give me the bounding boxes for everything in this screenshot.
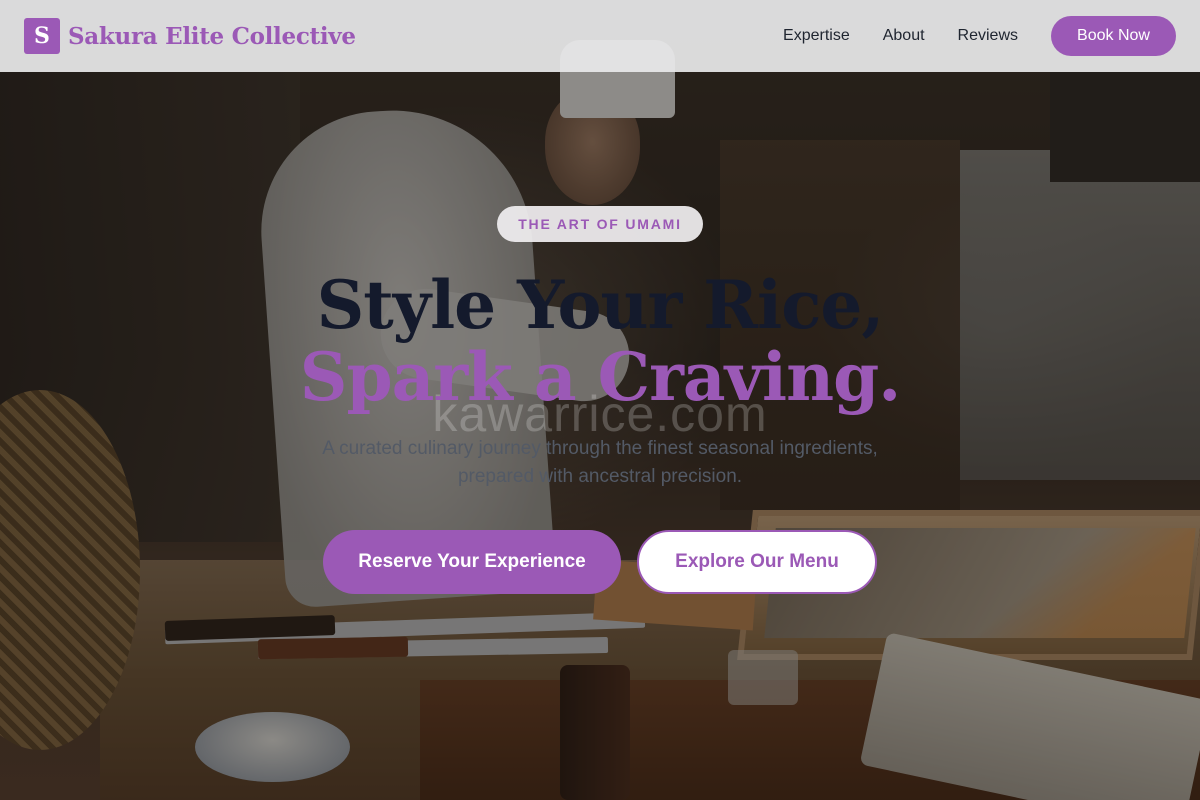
nav-link-about[interactable]: About: [883, 27, 925, 45]
hero-subtitle-line1: A curated culinary journey through the f…: [322, 438, 878, 459]
hero-subtitle: A curated culinary journey through the f…: [260, 435, 940, 491]
reserve-experience-button[interactable]: Reserve Your Experience: [323, 530, 621, 594]
book-now-button[interactable]: Book Now: [1051, 16, 1176, 56]
hero-subtitle-line2: prepared with ancestral precision.: [457, 466, 743, 487]
hero-title-line2: Spark a Craving.: [299, 338, 901, 416]
site-header: S Sakura Elite Collective Expertise Abou…: [0, 0, 1200, 72]
brand-badge: S: [24, 18, 60, 54]
brand-name: Sakura Elite Collective: [68, 22, 356, 50]
nav-link-expertise[interactable]: Expertise: [783, 27, 850, 45]
nav-link-reviews[interactable]: Reviews: [958, 27, 1018, 45]
hero-title-line1: Style Your Rice,: [316, 266, 885, 344]
hero-eyebrow-badge: THE ART OF UMAMI: [497, 206, 703, 242]
brand-logo[interactable]: S Sakura Elite Collective: [24, 18, 356, 54]
main-nav: Expertise About Reviews Book Now: [783, 16, 1176, 56]
explore-menu-button[interactable]: Explore Our Menu: [637, 530, 877, 594]
